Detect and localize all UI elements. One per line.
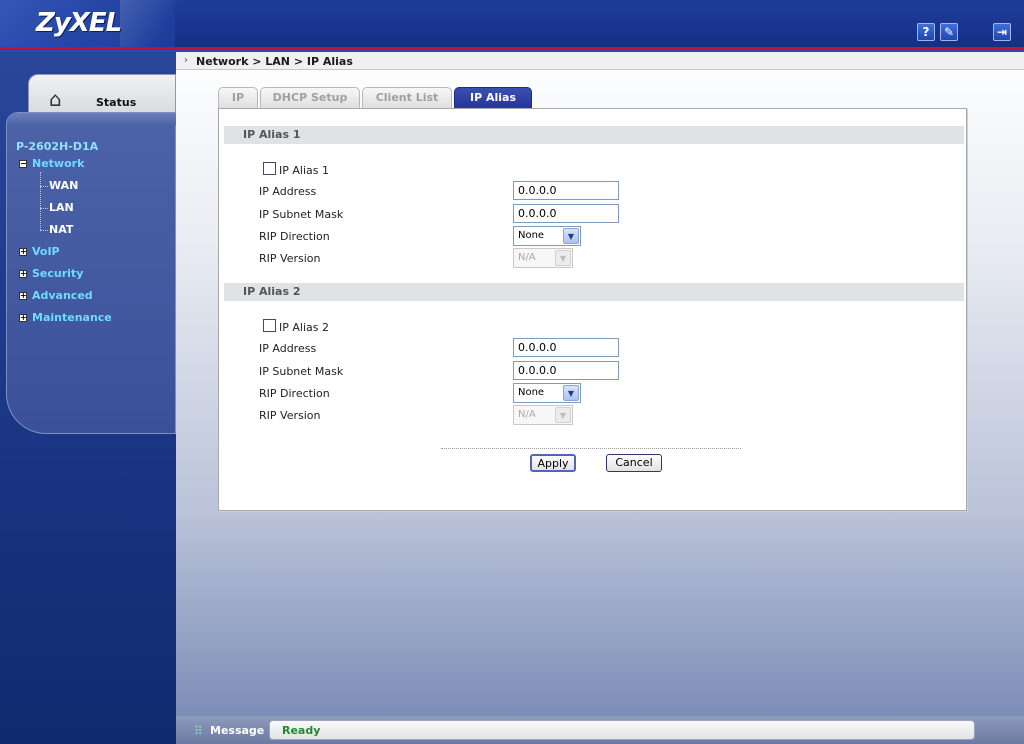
ip-alias-1-checkbox-label: IP Alias 1: [279, 164, 329, 177]
ip-alias-1-checkbox[interactable]: [263, 162, 276, 175]
sidebar-item-voip[interactable]: VoIP: [32, 245, 60, 258]
select-value: None: [518, 230, 545, 241]
alias1-rip-direction-select[interactable]: None ▼: [513, 226, 581, 246]
chevron-down-icon: ▼: [563, 385, 579, 401]
alias1-rip-version-select: N/A ▼: [513, 248, 573, 268]
tab-dhcp-setup[interactable]: DHCP Setup: [260, 87, 360, 109]
sidebar-item-security[interactable]: Security: [32, 267, 83, 280]
ip-alias-2-checkbox[interactable]: [263, 319, 276, 332]
ip-alias-panel: IP Alias 1 IP Alias 1 IP Address 0.0.0.0…: [218, 108, 967, 511]
sidebar-item-wan[interactable]: WAN: [49, 179, 78, 192]
breadcrumb-bar: › Network > LAN > IP Alias: [176, 52, 1024, 70]
expand-security-icon[interactable]: +: [19, 270, 27, 278]
chevron-down-icon: ▼: [555, 250, 571, 266]
cancel-button[interactable]: Cancel: [606, 454, 662, 472]
chevron-down-icon: ▼: [563, 228, 579, 244]
rip-direction-label: RIP Direction: [259, 387, 330, 400]
message-label: Message: [210, 724, 265, 737]
message-field: Ready: [269, 720, 975, 740]
apply-button[interactable]: Apply: [530, 454, 576, 472]
ip-alias-2-checkbox-label: IP Alias 2: [279, 321, 329, 334]
router-icon: ⌂: [49, 87, 62, 111]
tab-ip-alias[interactable]: IP Alias: [454, 87, 532, 109]
rip-version-label: RIP Version: [259, 409, 321, 422]
status-label: Status: [96, 96, 137, 109]
subnet-mask-label: IP Subnet Mask: [259, 208, 344, 221]
status-text: Ready: [282, 724, 321, 737]
expand-maintenance-icon[interactable]: +: [19, 314, 27, 322]
header-bar: ZyXEL ? ✎ ⇥: [0, 0, 1024, 52]
sidebar-item-nat[interactable]: NAT: [49, 223, 73, 236]
alias1-subnet-mask-input[interactable]: 0.0.0.0: [513, 204, 619, 223]
alias1-ip-address-input[interactable]: 0.0.0.0: [513, 181, 619, 200]
main-content: › Network > LAN > IP Alias IP DHCP Setup…: [176, 52, 1024, 716]
ip-address-label: IP Address: [259, 342, 317, 355]
alias2-subnet-mask-input[interactable]: 0.0.0.0: [513, 361, 619, 380]
collapse-network-icon[interactable]: −: [19, 160, 27, 168]
grip-icon: ⠿: [194, 724, 203, 738]
select-value: None: [518, 387, 545, 398]
breadcrumb: Network > LAN > IP Alias: [196, 55, 353, 68]
subnet-mask-label: IP Subnet Mask: [259, 365, 344, 378]
logo-area: ZyXEL: [0, 0, 180, 47]
alias2-rip-version-select: N/A ▼: [513, 405, 573, 425]
tab-client-list[interactable]: Client List: [362, 87, 452, 109]
logout-icon[interactable]: ⇥: [993, 23, 1011, 41]
rip-version-label: RIP Version: [259, 252, 321, 265]
divider: [441, 448, 741, 449]
tab-ip[interactable]: IP: [218, 87, 258, 109]
section-ip-alias-1: IP Alias 1: [224, 126, 964, 144]
section-ip-alias-2: IP Alias 2: [224, 283, 964, 301]
select-value: N/A: [518, 252, 536, 263]
breadcrumb-arrow-icon: ›: [184, 55, 188, 66]
rip-direction-label: RIP Direction: [259, 230, 330, 243]
sidebar-item-advanced[interactable]: Advanced: [32, 289, 93, 302]
message-bar: ⠿ Message Ready: [176, 716, 1024, 744]
device-name: P-2602H-D1A: [16, 140, 99, 153]
select-value: N/A: [518, 409, 536, 420]
sidebar-item-lan[interactable]: LAN: [49, 201, 74, 214]
help-icon[interactable]: ?: [917, 23, 935, 41]
zyxel-logo: ZyXEL: [36, 8, 122, 38]
ip-address-label: IP Address: [259, 185, 317, 198]
sidebar: ⌂ Status: [0, 52, 177, 744]
alias2-rip-direction-select[interactable]: None ▼: [513, 383, 581, 403]
chevron-down-icon: ▼: [555, 407, 571, 423]
sidebar-item-network[interactable]: Network: [32, 157, 84, 170]
sidebar-item-maintenance[interactable]: Maintenance: [32, 311, 112, 324]
wizard-icon[interactable]: ✎: [940, 23, 958, 41]
expand-advanced-icon[interactable]: +: [19, 292, 27, 300]
expand-voip-icon[interactable]: +: [19, 248, 27, 256]
alias2-ip-address-input[interactable]: 0.0.0.0: [513, 338, 619, 357]
